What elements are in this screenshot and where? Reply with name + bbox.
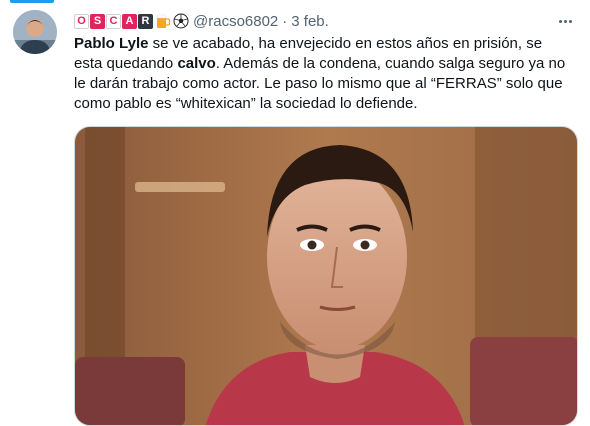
tweet-photo[interactable] [74, 126, 578, 426]
soccer-ball-icon [173, 13, 189, 29]
beer-mug-icon [156, 14, 171, 28]
tweet-text: Pablo Lyle se ve acabado, ha envejecido … [74, 34, 574, 114]
name-letter-tile: O [74, 13, 89, 29]
avatar[interactable] [13, 10, 57, 54]
more-options-icon[interactable] [556, 12, 574, 30]
bold-text-segment: calvo [177, 55, 216, 72]
tweet-header: OSCAR @racso6802 · 3 feb. [74, 11, 578, 31]
name-letter-tile: S [90, 13, 105, 29]
tweet[interactable]: OSCAR @racso6802 · 3 feb. Pablo Lyle se … [0, 0, 590, 426]
bold-text-segment: Pablo Lyle [74, 35, 149, 52]
display-name[interactable]: OSCAR [74, 13, 153, 29]
photo-image [75, 127, 577, 425]
name-letter-tile: R [138, 13, 153, 29]
tweet-date[interactable]: 3 feb. [291, 13, 329, 30]
name-letter-tile: C [106, 13, 121, 29]
user-handle[interactable]: @racso6802 [193, 13, 278, 30]
tab-indicator [10, 0, 54, 3]
separator-dot: · [282, 12, 288, 30]
name-letter-tile: A [122, 13, 137, 29]
